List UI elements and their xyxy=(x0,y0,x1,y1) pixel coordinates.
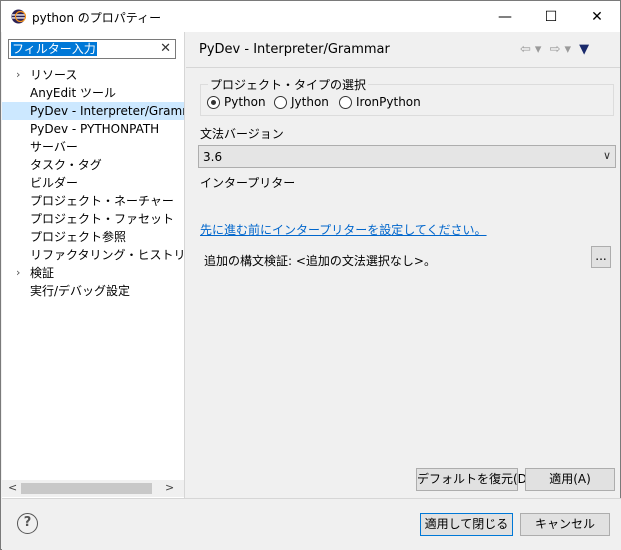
category-pane: フィルター入力 ✕ › リソース AnyEdit ツール PyDev - Interp… xyxy=(2,32,185,498)
scroll-right-icon[interactable]: > xyxy=(165,481,174,494)
tree-item-label: リファクタリング・ヒストリー xyxy=(30,248,184,262)
filter-input[interactable]: フィルター入力 ✕ xyxy=(8,39,176,59)
radio-python[interactable]: Python xyxy=(207,95,266,109)
scrollbar-thumb[interactable] xyxy=(21,483,152,494)
grammar-version-select[interactable]: 3.6 ∨ xyxy=(198,145,616,168)
radio-indicator xyxy=(274,95,287,109)
tree-item[interactable]: プロジェクト・ファセット xyxy=(2,210,184,228)
chevron-right-icon[interactable]: › xyxy=(16,264,20,282)
interpreter-label: インタープリター xyxy=(200,176,296,190)
chevron-down-icon: ∨ xyxy=(602,149,611,162)
tree-item-label: リソース xyxy=(30,68,78,82)
apply-and-close-button[interactable]: 適用して閉じる xyxy=(420,513,513,536)
tree-item[interactable]: リファクタリング・ヒストリー xyxy=(2,246,184,264)
properties-dialog: python のプロパティー — ☐ ✕ フィルター入力 ✕ › リソース AnyE… xyxy=(0,0,621,550)
page-navigation: ⇦ ▾ ⇨ ▾ ▼ xyxy=(520,42,593,57)
dialog-footer: ? 適用して閉じる キャンセル xyxy=(2,498,621,550)
project-type-group: プロジェクト・タイプの選択 Python Jython IronPython xyxy=(200,76,614,116)
tree-item-label: プロジェクト参照 xyxy=(30,230,127,244)
radio-ironpython[interactable]: IronPython xyxy=(339,95,421,109)
tree-item[interactable]: プロジェクト参照 xyxy=(2,228,184,246)
restore-defaults-button[interactable]: デフォルトを復元(D) xyxy=(416,468,532,491)
extra-syntax-label: 追加の構文検証: <追加の文法選択なし>。 xyxy=(204,254,436,268)
radio-label: Python xyxy=(224,95,266,109)
grammar-version-label: 文法バージョン xyxy=(200,127,284,141)
tree-item-label: PyDev - PYTHONPATH xyxy=(30,122,160,136)
grammar-version-value: 3.6 xyxy=(203,150,223,164)
radio-jython[interactable]: Jython xyxy=(274,95,329,109)
tree-item[interactable]: サーバー xyxy=(2,138,184,156)
tree-item-label: サーバー xyxy=(30,140,78,154)
view-menu-icon[interactable]: ▼ xyxy=(579,42,589,57)
chevron-right-icon[interactable]: › xyxy=(16,66,20,84)
category-tree: › リソース AnyEdit ツール PyDev - Interpreter/Gram… xyxy=(2,66,184,480)
tree-item[interactable]: AnyEdit ツール xyxy=(2,84,184,102)
tree-item[interactable]: › 検証 xyxy=(2,264,184,282)
title-bar: python のプロパティー — ☐ ✕ xyxy=(1,1,620,32)
tree-item-label: ビルダー xyxy=(30,176,79,190)
page-header: PyDev - Interpreter/Grammar ⇦ ▾ ⇨ ▾ ▼ xyxy=(186,32,620,67)
tree-item[interactable]: PyDev - Interpreter/Gramma xyxy=(2,102,184,120)
tree-item[interactable]: タスク・タグ xyxy=(2,156,184,174)
tree-item-label: AnyEdit ツール xyxy=(30,86,116,100)
window-title: python のプロパティー xyxy=(32,11,162,25)
cancel-button[interactable]: キャンセル xyxy=(520,513,610,536)
apply-button[interactable]: 適用(A) xyxy=(525,468,615,491)
horizontal-scrollbar[interactable]: < > xyxy=(2,480,184,497)
tree-item-label: 実行/デバッグ設定 xyxy=(30,284,131,298)
radio-indicator xyxy=(207,95,220,109)
radio-indicator xyxy=(339,95,352,109)
tree-item-label: 検証 xyxy=(30,266,55,280)
tree-item[interactable]: 実行/デバッグ設定 xyxy=(2,282,184,300)
radio-label: Jython xyxy=(291,95,329,109)
radio-label: IronPython xyxy=(356,95,421,109)
minimize-button[interactable]: — xyxy=(482,1,528,32)
filter-input-text: フィルター入力 xyxy=(11,42,97,56)
tree-item-label: プロジェクト・ファセット xyxy=(30,212,175,226)
tree-item-label: PyDev - Interpreter/Gramma xyxy=(30,104,184,118)
tree-item[interactable]: プロジェクト・ネーチャー xyxy=(2,192,184,210)
eclipse-icon xyxy=(11,9,26,24)
page-content: プロジェクト・タイプの選択 Python Jython IronPython 文… xyxy=(186,68,620,498)
extra-syntax-browse-button[interactable]: ... xyxy=(591,246,611,268)
back-arrow-icon[interactable]: ⇦ xyxy=(520,42,531,57)
project-type-legend: プロジェクト・タイプの選択 xyxy=(208,76,369,93)
help-icon[interactable]: ? xyxy=(17,513,38,534)
configure-interpreter-link[interactable]: 先に進む前にインタープリターを設定してください。 xyxy=(200,221,487,238)
page-title: PyDev - Interpreter/Grammar xyxy=(199,42,390,57)
scroll-left-icon[interactable]: < xyxy=(8,481,17,494)
tree-item-label: タスク・タグ xyxy=(30,158,102,172)
tree-item-label: プロジェクト・ネーチャー xyxy=(30,194,174,208)
tree-item[interactable]: › リソース xyxy=(2,66,184,84)
forward-dropdown-icon[interactable]: ▾ xyxy=(564,42,571,57)
close-button[interactable]: ✕ xyxy=(574,1,620,32)
maximize-button[interactable]: ☐ xyxy=(528,1,574,32)
forward-arrow-icon[interactable]: ⇨ xyxy=(550,42,561,57)
back-dropdown-icon[interactable]: ▾ xyxy=(535,42,542,57)
tree-item[interactable]: PyDev - PYTHONPATH xyxy=(2,120,184,138)
clear-filter-icon[interactable]: ✕ xyxy=(160,41,171,56)
tree-item[interactable]: ビルダー xyxy=(2,174,184,192)
